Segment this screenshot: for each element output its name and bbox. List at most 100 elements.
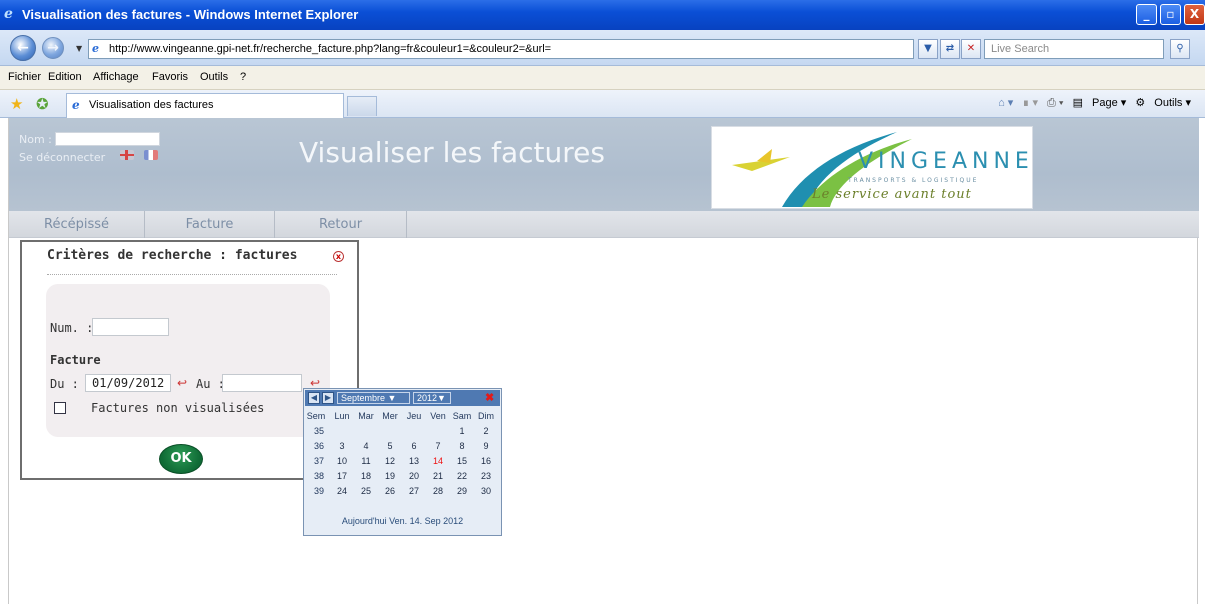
back-button[interactable]: ←: [10, 35, 36, 61]
search-input[interactable]: Live Search: [984, 39, 1164, 59]
english-flag-icon[interactable]: [120, 150, 134, 160]
calendar-week-row: 35 1 2: [306, 424, 500, 439]
from-date-input[interactable]: 01/09/2012: [85, 374, 171, 392]
nav-retour[interactable]: Retour: [275, 211, 407, 238]
calendar-day[interactable]: 19: [378, 469, 402, 484]
menu-item-affichage[interactable]: Affichage: [93, 71, 139, 83]
calendar-grid: Sem Lun Mar Mer Jeu Ven Sam Dim 35 1 2 36 3 4 5 6 7 8 9 37 1…: [306, 409, 500, 499]
address-dropdown-icon[interactable]: ▼: [918, 39, 938, 59]
search-form: Num. : Facture Du : 01/09/2012 ↩ Au : ↩ …: [46, 284, 330, 437]
refresh-icon[interactable]: ⇄: [940, 39, 960, 59]
calendar-day[interactable]: 9: [474, 439, 498, 454]
logout-link[interactable]: Se déconnecter: [19, 151, 105, 164]
calendar-day[interactable]: 18: [354, 469, 378, 484]
menu-item-help[interactable]: ?: [240, 71, 246, 83]
window-titlebar: e Visualisation des factures - Windows I…: [0, 0, 1205, 30]
minimize-button[interactable]: _: [1136, 4, 1157, 25]
close-window-button[interactable]: X: [1184, 4, 1205, 25]
month-value: Septembre: [341, 393, 386, 403]
next-month-icon[interactable]: ▶: [322, 392, 334, 404]
tools-menu-button[interactable]: ⚙ Outils ▾: [1135, 97, 1191, 109]
calendar-day[interactable]: 25: [354, 484, 378, 499]
num-input[interactable]: [92, 318, 169, 336]
calendar-week-row: 37 10 11 12 13 14 15 16: [306, 454, 500, 469]
logo-tagline: Le service avant tout: [812, 187, 972, 202]
calendar-day[interactable]: 28: [426, 484, 450, 499]
unviewed-checkbox[interactable]: [54, 402, 66, 414]
calendar-week-row: 36 3 4 5 6 7 8 9: [306, 439, 500, 454]
search-icon[interactable]: ⚲: [1170, 39, 1190, 59]
from-calendar-icon[interactable]: ↩: [175, 376, 189, 390]
calendar-empty-cell: [330, 424, 354, 439]
calendar-day[interactable]: 29: [450, 484, 474, 499]
to-date-input[interactable]: [222, 374, 302, 392]
calendar-day[interactable]: 20: [402, 469, 426, 484]
menu-item-fichier[interactable]: Fichier: [8, 71, 41, 83]
calendar-day[interactable]: 21: [426, 469, 450, 484]
week-number: 39: [313, 486, 324, 496]
menu-item-favoris[interactable]: Favoris: [152, 71, 188, 83]
menu-item-outils[interactable]: Outils: [200, 71, 228, 83]
calendar-day[interactable]: 14: [426, 454, 450, 469]
calendar-day[interactable]: 4: [354, 439, 378, 454]
calendar-day[interactable]: 24: [330, 484, 354, 499]
calendar-day[interactable]: 6: [402, 439, 426, 454]
address-input[interactable]: e http://www.vingeanne.gpi-net.fr/recher…: [88, 39, 914, 59]
calendar-day[interactable]: 10: [330, 454, 354, 469]
close-icon[interactable]: x: [333, 251, 344, 262]
calendar-day[interactable]: 17: [330, 469, 354, 484]
weekday-header: Sem: [306, 411, 326, 421]
calendar-day[interactable]: 22: [450, 469, 474, 484]
history-dropdown-icon[interactable]: ▼: [76, 44, 82, 53]
calendar-day[interactable]: 26: [378, 484, 402, 499]
tab-visualisation[interactable]: e Visualisation des factures: [66, 93, 344, 118]
calendar-empty-cell: [354, 424, 378, 439]
calendar-day[interactable]: 27: [402, 484, 426, 499]
weekday-header: Mer: [382, 411, 398, 421]
french-flag-icon[interactable]: [144, 150, 158, 160]
add-favorite-icon[interactable]: ✪: [36, 95, 49, 113]
calendar-day[interactable]: 13: [402, 454, 426, 469]
calendar-day[interactable]: 2: [474, 424, 498, 439]
name-field[interactable]: [55, 132, 160, 146]
page-menu-button[interactable]: ▤ Page ▾: [1073, 97, 1127, 109]
calendar-header: ◀ ▶ Septembre ▼ 2012▼ ✖: [305, 390, 500, 406]
calendar-day[interactable]: 12: [378, 454, 402, 469]
calendar-day[interactable]: 7: [426, 439, 450, 454]
calendar-day[interactable]: 1: [450, 424, 474, 439]
panel-title: Critères de recherche : factures: [47, 248, 298, 263]
year-select[interactable]: 2012▼: [413, 392, 451, 404]
search-placeholder: Live Search: [991, 43, 1050, 55]
forward-button[interactable]: →: [42, 37, 64, 59]
calendar-day[interactable]: 23: [474, 469, 498, 484]
address-toolbar: ← → ▼ e http://www.vingeanne.gpi-net.fr/…: [0, 30, 1205, 66]
calendar-close-icon[interactable]: ✖: [485, 392, 494, 404]
calendar-day[interactable]: 5: [378, 439, 402, 454]
divider: [47, 274, 337, 275]
favorites-star-icon[interactable]: ★: [10, 95, 23, 113]
maximize-button[interactable]: ▫: [1160, 4, 1181, 25]
feeds-icon[interactable]: ∎ ▾: [1022, 97, 1038, 109]
weekday-header: Dim: [478, 411, 494, 421]
new-tab-button[interactable]: [347, 96, 377, 116]
menu-item-edition[interactable]: Edition: [48, 71, 82, 83]
week-number: 36: [313, 441, 324, 451]
calendar-day[interactable]: 3: [330, 439, 354, 454]
calendar-day[interactable]: 16: [474, 454, 498, 469]
ok-button[interactable]: OK: [159, 444, 203, 474]
nav-recepisse[interactable]: Récépissé: [9, 211, 145, 238]
calendar-day[interactable]: 30: [474, 484, 498, 499]
calendar-day[interactable]: 15: [450, 454, 474, 469]
nav-facture[interactable]: Facture: [145, 211, 275, 238]
weekday-header: Mar: [358, 411, 374, 421]
weekday-header: Jeu: [406, 411, 422, 421]
calendar-day[interactable]: 11: [354, 454, 378, 469]
tab-label: Visualisation des factures: [89, 99, 214, 111]
today-link[interactable]: Aujourd'hui Ven. 14. Sep 2012: [304, 516, 501, 526]
month-select[interactable]: Septembre ▼: [337, 392, 410, 404]
print-icon[interactable]: ⎙ ▾: [1047, 97, 1063, 109]
stop-icon[interactable]: ✕: [961, 39, 981, 59]
home-icon[interactable]: ⌂ ▾: [998, 97, 1013, 109]
calendar-day[interactable]: 8: [450, 439, 474, 454]
prev-month-icon[interactable]: ◀: [308, 392, 320, 404]
